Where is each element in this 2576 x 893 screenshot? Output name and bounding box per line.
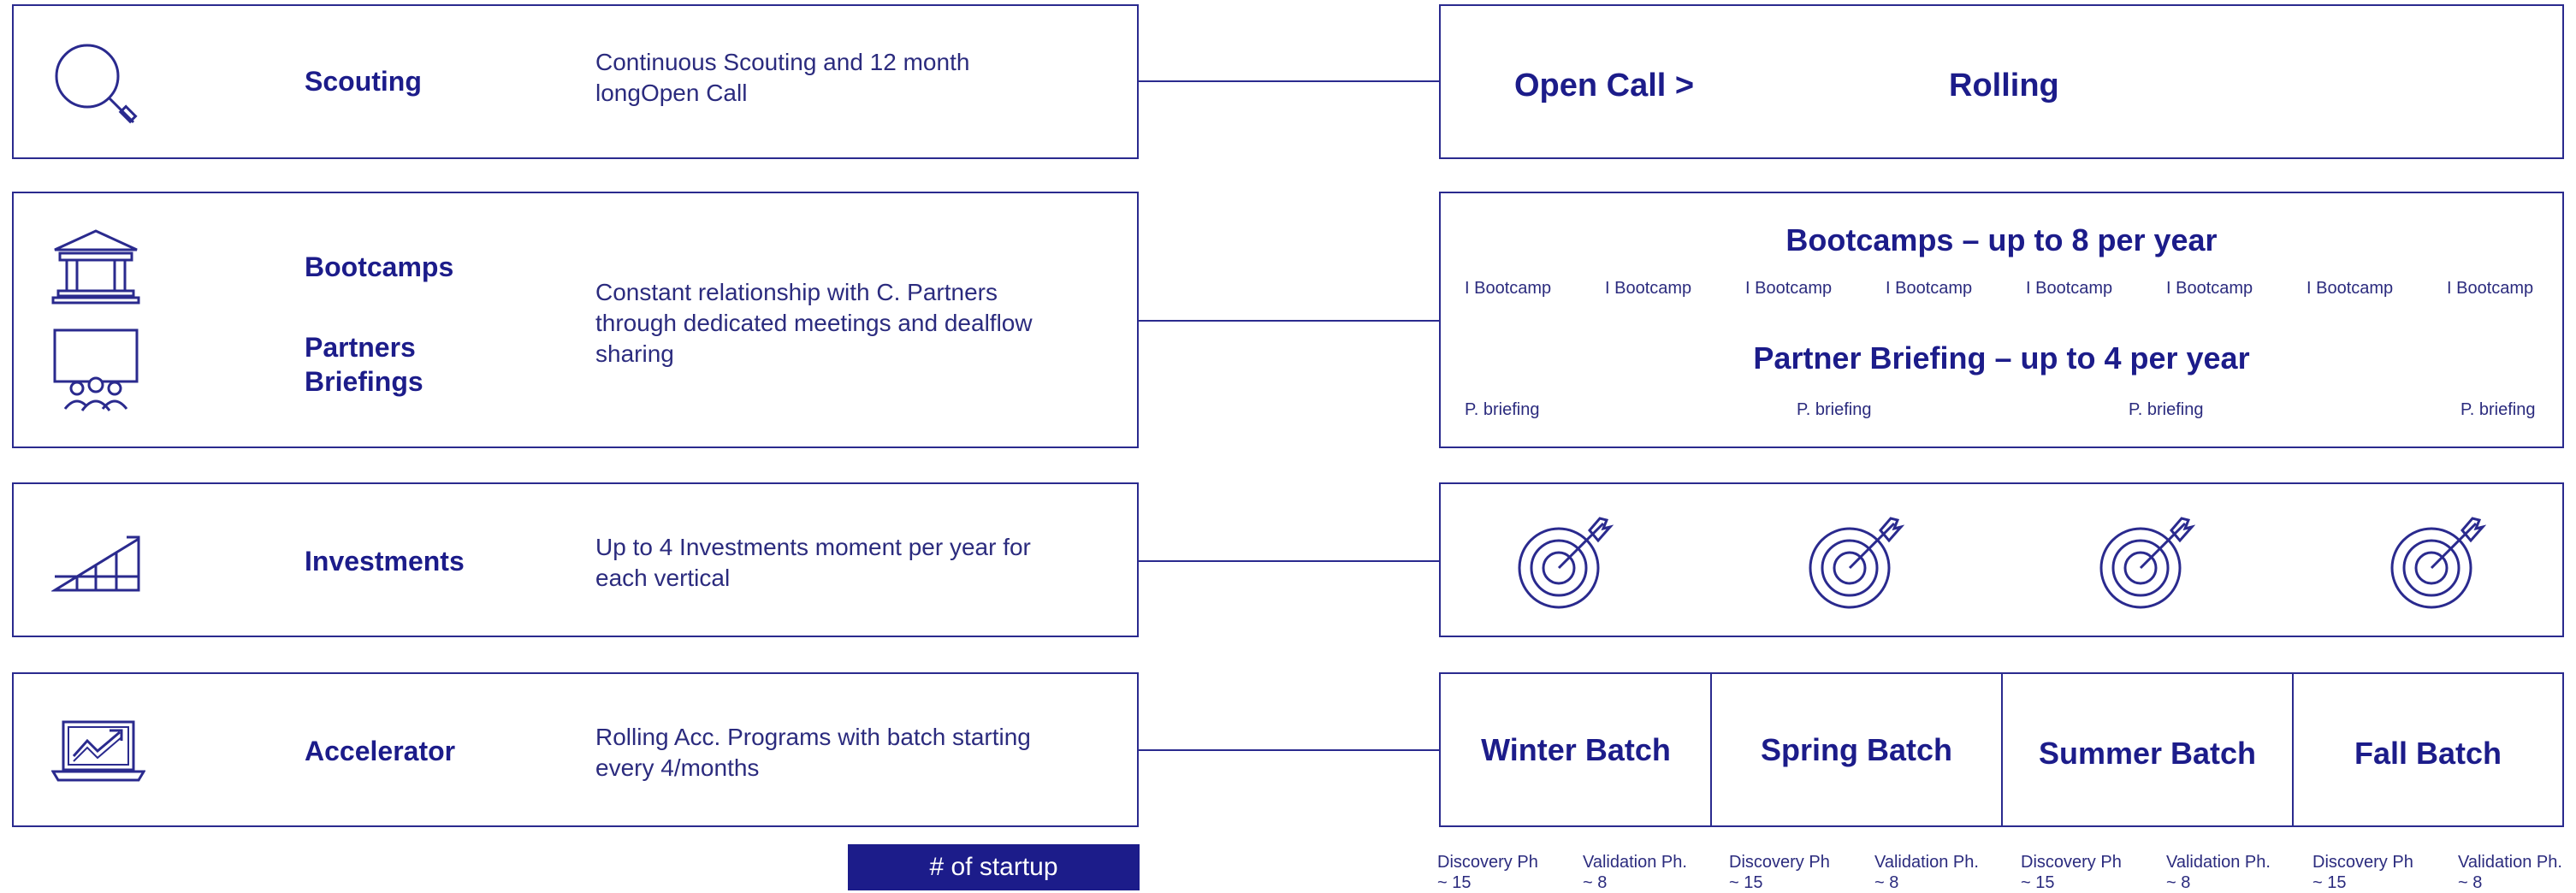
discovery-phase: Discovery Ph ~ 15 <box>2021 853 2122 892</box>
scouting-title: Scouting <box>305 66 422 97</box>
connector-scouting <box>1139 80 1440 82</box>
investments-desc: Up to 4 Investments moment per year for … <box>595 534 1031 591</box>
discovery-phase: Discovery Ph ~ 15 <box>1437 853 1538 892</box>
batches-box: Winter Batch Spring Batch Summer Batch F… <box>1439 672 2564 827</box>
laptop-chart-icon <box>51 719 145 784</box>
bootcamps-timeline-box: Bootcamps – up to 8 per year I Bootcamp … <box>1439 192 2564 448</box>
accelerator-box: Accelerator Rolling Acc. Programs with b… <box>12 672 1139 827</box>
target-arrow-icon <box>2390 515 2486 611</box>
target-arrow-icon <box>2099 515 2195 611</box>
discovery-phase: Discovery Ph ~ 15 <box>1729 853 1830 892</box>
bootcamps-heading: Bootcamps – up to 8 per year <box>1785 222 2218 257</box>
briefing-item: P. briefing <box>2129 400 2204 419</box>
partners-briefings-title: Partners Briefings <box>305 332 423 397</box>
validation-phase: Validation Ph. ~ 8 <box>1583 853 1687 892</box>
batch-winter: Winter Batch <box>1481 731 1671 767</box>
investments-targets-box <box>1439 482 2564 637</box>
batch-fall: Fall Batch <box>2354 735 2502 771</box>
open-call-box: Open Call > Rolling <box>1439 4 2564 159</box>
bootcamps-title: Bootcamps <box>305 251 454 282</box>
connector-investments <box>1139 560 1440 562</box>
briefing-item: P. briefing <box>2461 400 2536 419</box>
batch-summer: Summer Batch <box>2038 735 2257 771</box>
bootcamp-item: I Bootcamp <box>2166 279 2253 298</box>
briefing-item: P. briefing <box>1797 400 1872 419</box>
building-icon <box>51 228 140 305</box>
bootcamp-item: I Bootcamp <box>2307 279 2394 298</box>
bootcamp-item: I Bootcamp <box>1886 279 1973 298</box>
bootcamp-item: I Bootcamp <box>2026 279 2113 298</box>
bootcamp-item: I Bootcamp <box>1605 279 1692 298</box>
validation-phase: Validation Ph. ~ 8 <box>1874 853 1979 892</box>
bootcamps-box: Bootcamps Partners Briefings Constant re… <box>12 192 1139 448</box>
presentation-audience-icon <box>51 327 140 416</box>
bootcamp-item: I Bootcamp <box>1745 279 1833 298</box>
startup-count-label: # of startup <box>848 844 1140 890</box>
accelerator-title: Accelerator <box>305 736 456 766</box>
open-call-label: Open Call > <box>1514 68 1695 103</box>
batch-spring: Spring Batch <box>1760 731 1952 767</box>
bootcamps-desc: Constant relationship with C. Partners t… <box>595 279 1033 367</box>
briefing-item: P. briefing <box>1465 400 1540 419</box>
target-arrow-icon <box>1518 515 1614 611</box>
validation-phase: Validation Ph. ~ 8 <box>2458 853 2562 892</box>
open-call-value: Rolling <box>1949 68 2059 103</box>
connector-bootcamps <box>1139 320 1440 322</box>
growth-chart-icon <box>51 534 144 594</box>
magnifier-icon <box>51 40 145 134</box>
bootcamp-item: I Bootcamp <box>1465 279 1552 298</box>
accelerator-desc: Rolling Acc. Programs with batch startin… <box>595 724 1031 781</box>
scouting-desc: Continuous Scouting and 12 month longOpe… <box>595 49 970 106</box>
connector-accelerator <box>1139 749 1440 751</box>
briefings-heading: Partner Briefing – up to 4 per year <box>1753 340 2250 376</box>
investments-box: Investments Up to 4 Investments moment p… <box>12 482 1139 637</box>
discovery-phase: Discovery Ph ~ 15 <box>2312 853 2413 892</box>
target-arrow-icon <box>1809 515 1904 611</box>
scouting-box: Scouting Continuous Scouting and 12 mont… <box>12 4 1139 159</box>
validation-phase: Validation Ph. ~ 8 <box>2166 853 2271 892</box>
investments-title: Investments <box>305 546 465 577</box>
bootcamp-item: I Bootcamp <box>2447 279 2534 298</box>
